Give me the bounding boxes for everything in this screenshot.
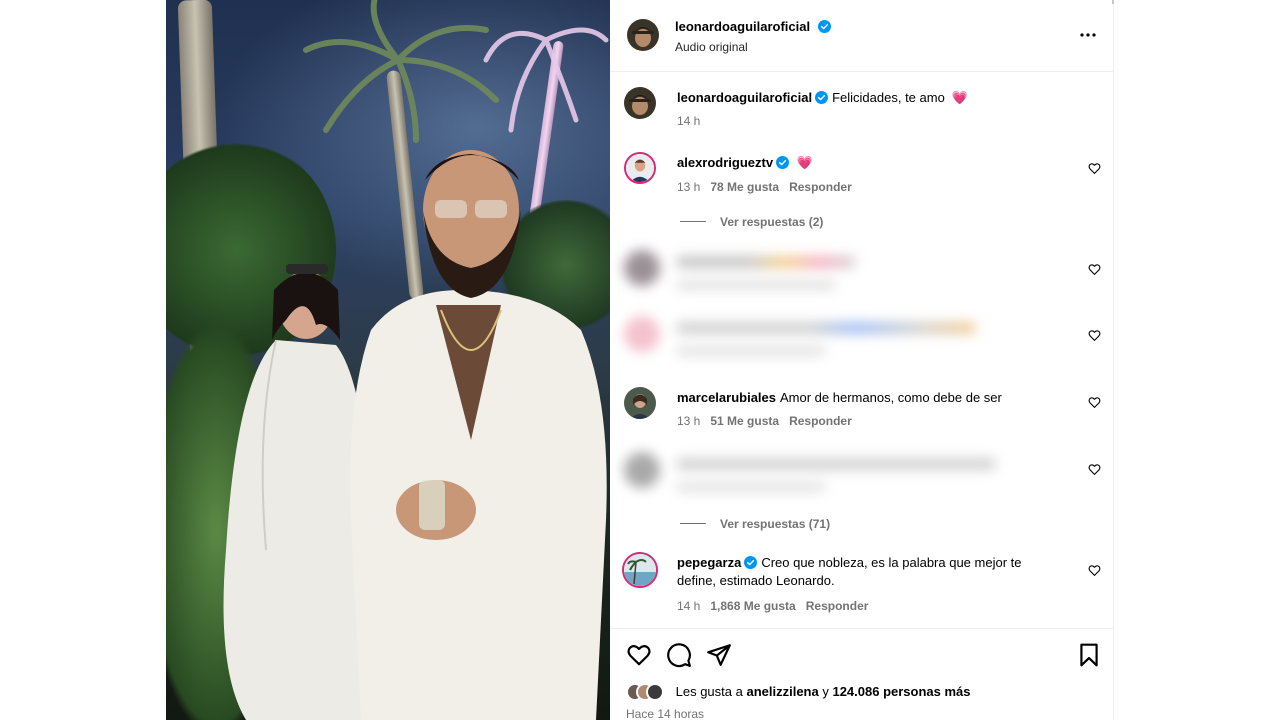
caption-username[interactable]: leonardoaguilaroficial <box>677 90 812 105</box>
reply-button[interactable]: Responder <box>789 414 852 428</box>
more-horizontal-icon[interactable] <box>1076 23 1100 47</box>
replies-line <box>680 221 706 222</box>
commenter-avatar[interactable] <box>624 387 656 419</box>
like-comment-icon[interactable] <box>1088 162 1101 175</box>
caption-text: Felicidades, te amo <box>832 90 945 105</box>
likes-count[interactable]: 124.086 personas más <box>832 684 970 699</box>
view-replies-label: Ver respuestas (2) <box>720 215 824 229</box>
comment-time: 13 h <box>677 414 701 428</box>
comment-likes[interactable]: 51 Me gusta <box>710 414 779 428</box>
comment-icon[interactable] <box>666 642 692 668</box>
scrollbar[interactable] <box>1112 0 1114 4</box>
comment-text: Amor de hermanos, como debe de ser <box>780 390 1002 405</box>
author-username[interactable]: leonardoaguilaroficial <box>675 19 810 34</box>
like-comment-icon[interactable] <box>1088 329 1101 342</box>
verified-badge-icon <box>776 156 790 169</box>
post-header: leonardoaguilaroficial Audio original <box>610 0 1114 72</box>
comment-likes[interactable]: 78 Me gusta <box>710 180 779 194</box>
heart-emoji: 💗 <box>951 90 968 105</box>
comment-likes[interactable]: 1,868 Me gusta <box>710 599 795 613</box>
likes-summary[interactable]: Les gusta a anelizzilena y 124.086 perso… <box>626 683 971 701</box>
likes-joiner: y <box>822 684 829 699</box>
share-icon[interactable] <box>706 642 732 668</box>
person-man <box>350 150 607 720</box>
blurred-comment <box>620 246 1050 306</box>
commenter-username[interactable]: marcelarubiales <box>677 390 776 405</box>
post-actions: Les gusta a anelizzilena y 124.086 perso… <box>610 628 1114 720</box>
post-details-panel: leonardoaguilaroficial Audio original le… <box>610 0 1114 720</box>
view-replies-button[interactable]: Ver respuestas (2) <box>680 215 823 229</box>
like-comment-icon[interactable] <box>1088 564 1101 577</box>
view-replies-button[interactable]: Ver respuestas (71) <box>680 517 830 531</box>
caption-time: 14 h <box>677 114 701 128</box>
verified-badge-icon <box>817 20 831 33</box>
comment-meta: 13 h 51 Me gusta Responder <box>677 414 852 428</box>
audio-label[interactable]: Audio original <box>675 40 748 54</box>
like-icon[interactable] <box>626 642 652 668</box>
verified-badge-icon <box>815 91 829 104</box>
commenter-avatar[interactable] <box>622 552 658 588</box>
comment-meta: 13 h 78 Me gusta Responder <box>677 180 852 194</box>
author-avatar[interactable] <box>627 19 659 51</box>
commenter-avatar[interactable] <box>624 152 656 184</box>
liker-username[interactable]: anelizzilena <box>746 684 818 699</box>
post-media[interactable] <box>166 0 610 720</box>
like-comment-icon[interactable] <box>1088 463 1101 476</box>
comment-time: 14 h <box>677 599 701 613</box>
commenter-username[interactable]: pepegarza <box>677 555 741 570</box>
caption-author-avatar[interactable] <box>624 87 656 119</box>
commenter-username[interactable]: alexrodrigueztv <box>677 155 773 170</box>
verified-badge-icon <box>744 556 758 569</box>
save-bookmark-icon[interactable] <box>1076 642 1102 668</box>
blurred-comment <box>620 312 1050 372</box>
likes-prefix: Les gusta a <box>675 684 743 699</box>
heart-emoji: 💗 <box>796 155 813 170</box>
view-replies-label: Ver respuestas (71) <box>720 517 831 531</box>
reply-button[interactable]: Responder <box>806 599 869 613</box>
replies-line <box>680 523 706 524</box>
blurred-comment <box>620 448 1050 508</box>
liker-avatar <box>646 683 664 701</box>
like-comment-icon[interactable] <box>1088 396 1101 409</box>
comment-meta: 14 h 1,868 Me gusta Responder <box>677 599 868 613</box>
like-comment-icon[interactable] <box>1088 263 1101 276</box>
post-time: Hace 14 horas <box>626 707 705 720</box>
reply-button[interactable]: Responder <box>789 180 852 194</box>
comment-time: 13 h <box>677 180 701 194</box>
